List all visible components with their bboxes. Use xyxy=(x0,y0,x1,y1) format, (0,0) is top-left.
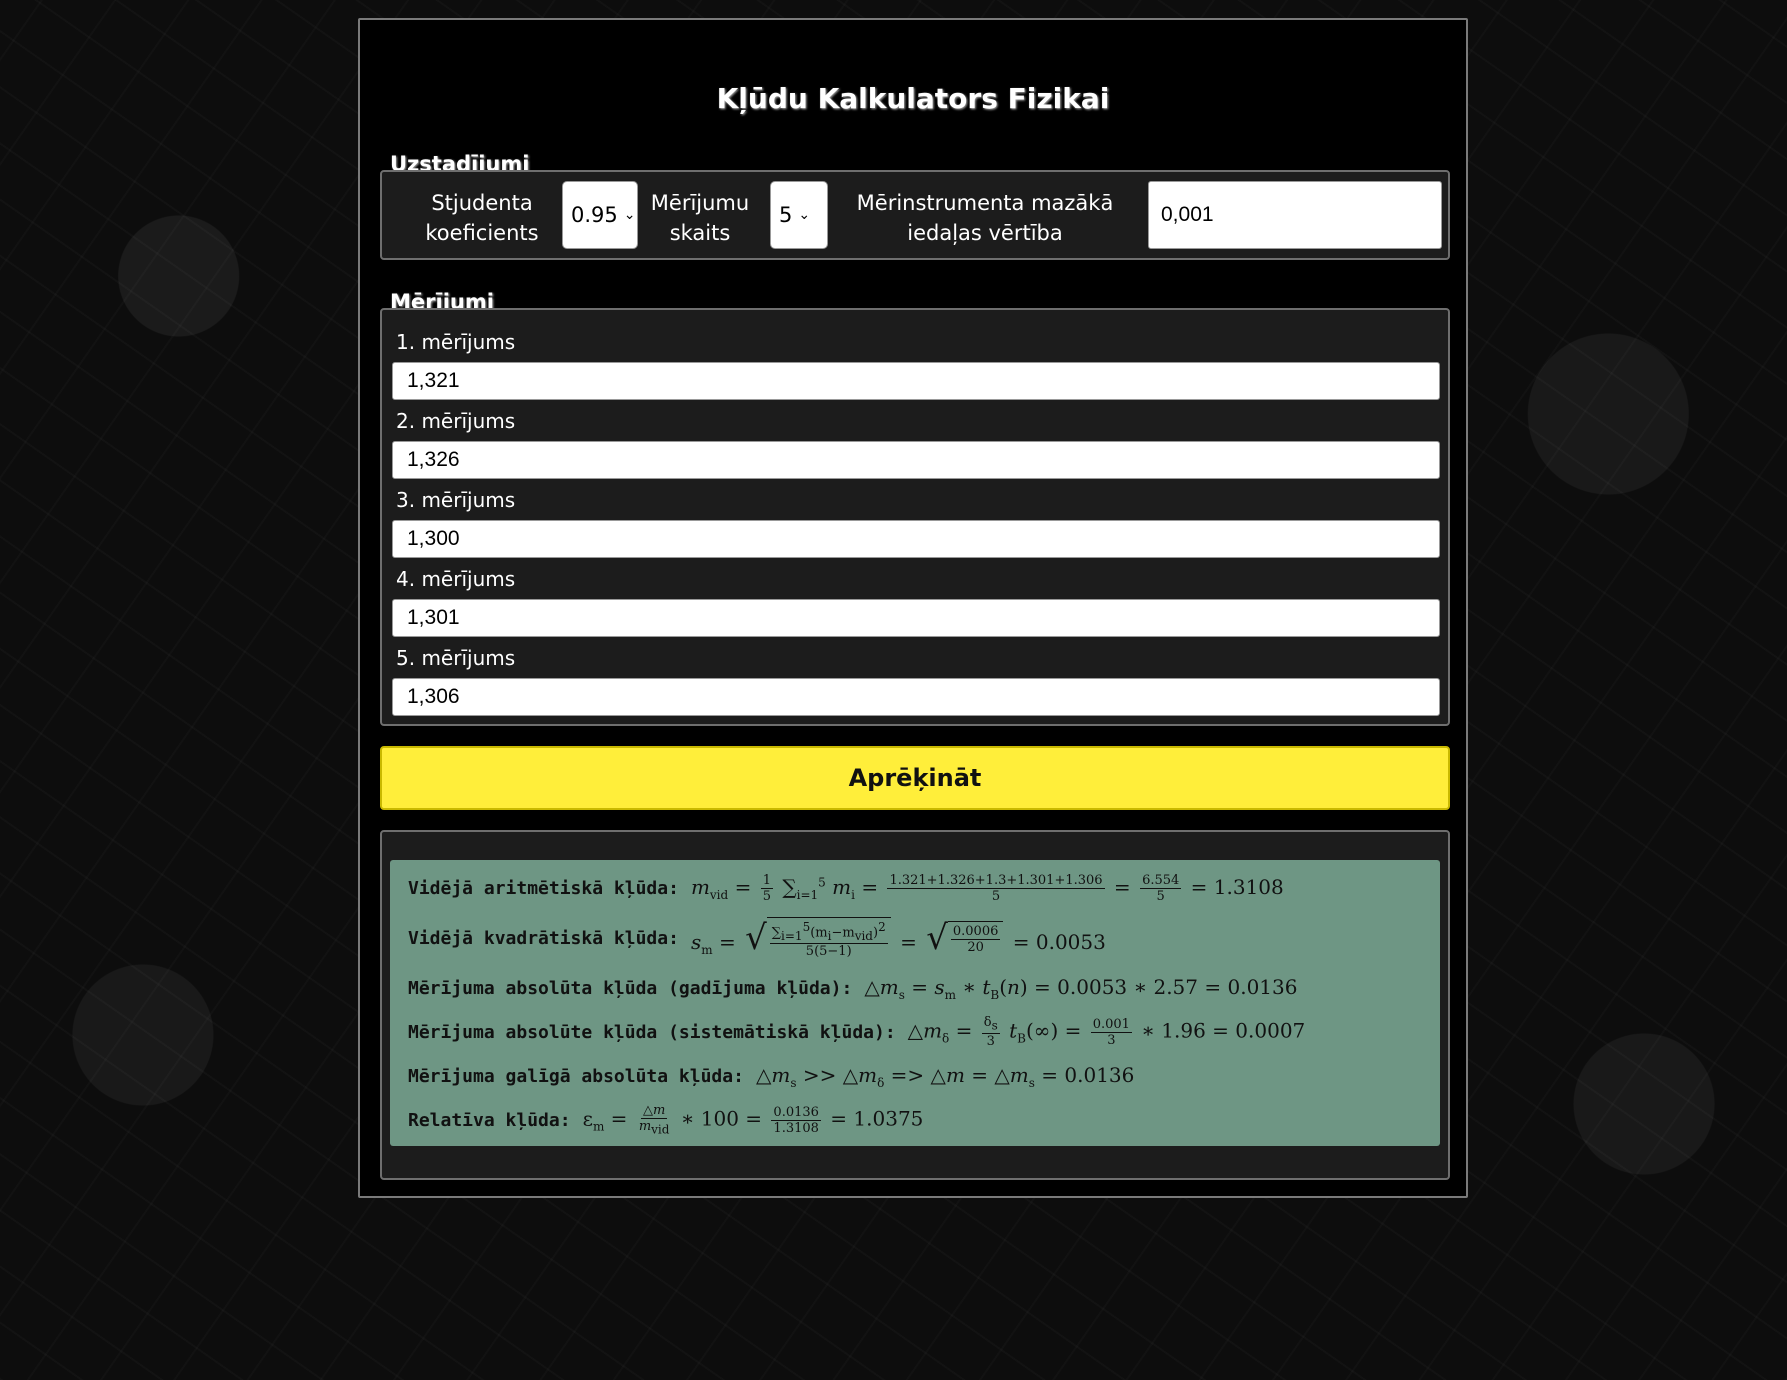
mean-result: Vidējā aritmētiskā kļūda: mvid = 15 ∑i=1… xyxy=(408,872,1284,904)
measurement-input-4[interactable] xyxy=(392,599,1440,637)
settings-box: Stjudenta koeficients 0.95 ⌄ Mērījumu ska… xyxy=(380,170,1450,260)
absolute-random-result: Mērījuma absolūta kļūda (gadījuma kļūda)… xyxy=(408,974,1298,1002)
measurement-input-1[interactable] xyxy=(392,362,1440,400)
relative-result: Relatīva kļūda: εm = △m mvid ∗ 100 = 0.01… xyxy=(408,1103,924,1137)
student-coefficient-select[interactable]: 0.95 ⌄ xyxy=(562,181,638,249)
measurement-count-label: Mērījumu skaits xyxy=(650,191,750,245)
instrument-division-input[interactable] xyxy=(1148,181,1442,249)
chevron-down-icon: ⌄ xyxy=(623,207,636,223)
measurement-label-3: 3. mērījums xyxy=(396,488,516,512)
measurement-input-3[interactable] xyxy=(392,520,1440,558)
measurements-box: 1. mērījums 2. mērījums 3. mērījums 4. m… xyxy=(380,308,1450,726)
instrument-division-label: Mērinstrumenta mazākā iedaļas vērtība xyxy=(856,191,1114,245)
quadratic-result: Vidējā kvadrātiskā kļūda: sm = √ ∑i=15(mi… xyxy=(408,917,1106,959)
page-title: Kļūdu Kalkulators Fizikai xyxy=(716,82,1110,115)
measurement-label-2: 2. mērījums xyxy=(396,409,516,433)
measurement-label-4: 4. mērījums xyxy=(396,567,516,591)
measurement-input-5[interactable] xyxy=(392,678,1440,716)
calculator-panel: Kļūdu Kalkulators Fizikai Uzstadījumi St… xyxy=(358,18,1468,1198)
absolute-systematic-result: Mērījuma absolūte kļūda (sistemātiskā kļ… xyxy=(408,1015,1306,1049)
chevron-down-icon: ⌄ xyxy=(798,207,811,223)
calculate-button[interactable]: Aprēķināt xyxy=(380,746,1450,810)
measurement-label-5: 5. mērījums xyxy=(396,646,516,670)
final-absolute-result: Mērījuma galīgā absolūta kļūda: △ms >> △… xyxy=(408,1062,1135,1090)
measurement-label-1: 1. mērījums xyxy=(396,330,516,354)
measurement-count-select[interactable]: 5 ⌄ xyxy=(770,181,828,249)
measurement-input-2[interactable] xyxy=(392,441,1440,479)
student-coefficient-label: Stjudenta koeficients xyxy=(425,191,539,245)
results-panel: Vidējā aritmētiskā kļūda: mvid = 15 ∑i=1… xyxy=(390,860,1440,1146)
results-box: Vidējā aritmētiskā kļūda: mvid = 15 ∑i=1… xyxy=(380,830,1450,1180)
